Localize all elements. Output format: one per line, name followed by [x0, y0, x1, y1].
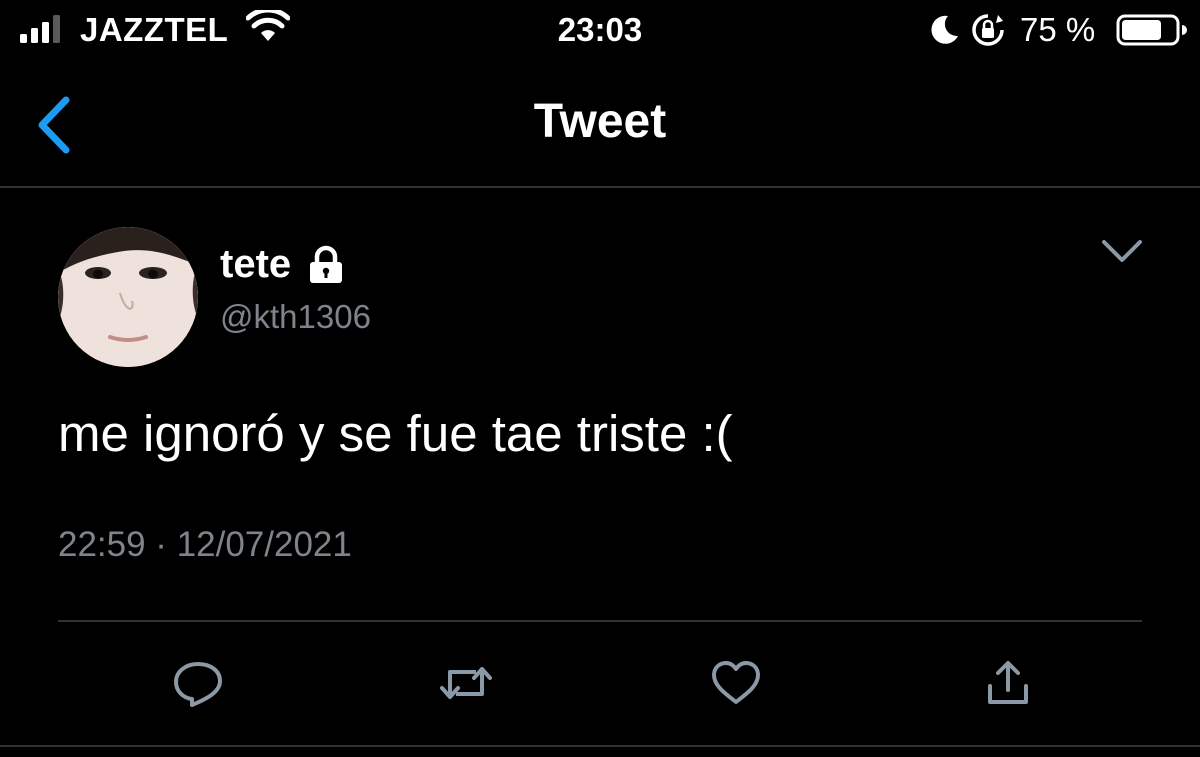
bottom-divider: [0, 745, 1200, 747]
tweet-timestamp[interactable]: 22:59 · 12/07/2021: [58, 525, 352, 565]
avatar[interactable]: [58, 227, 198, 367]
rotation-lock-icon: [972, 14, 1004, 46]
status-bar: JAZZTEL 23:03 75 %: [0, 0, 1200, 64]
user-name[interactable]: tete: [220, 242, 291, 287]
moon-icon: [931, 15, 958, 44]
like-button[interactable]: [708, 658, 764, 708]
reply-icon: [174, 662, 222, 707]
divider: [58, 620, 1142, 622]
page-title: Tweet: [533, 95, 667, 148]
share-icon: [988, 661, 1028, 704]
chevron-down-icon[interactable]: [1098, 232, 1146, 270]
tweet-text: me ignoró y se fue tae triste :(: [58, 405, 733, 462]
heart-icon: [712, 661, 760, 704]
retweet-button[interactable]: [438, 658, 494, 708]
lock-icon: [310, 245, 343, 283]
battery-icon: [1116, 14, 1187, 46]
user-handle[interactable]: @kth1306: [220, 298, 371, 336]
nav-bar: Tweet: [0, 64, 1200, 188]
avatar-image: [58, 227, 198, 367]
user-name-row: tete: [220, 236, 345, 292]
share-button[interactable]: [980, 658, 1036, 708]
reply-button[interactable]: [170, 658, 226, 708]
retweet-icon: [440, 667, 492, 699]
battery-percent: 75 %: [1020, 11, 1096, 48]
